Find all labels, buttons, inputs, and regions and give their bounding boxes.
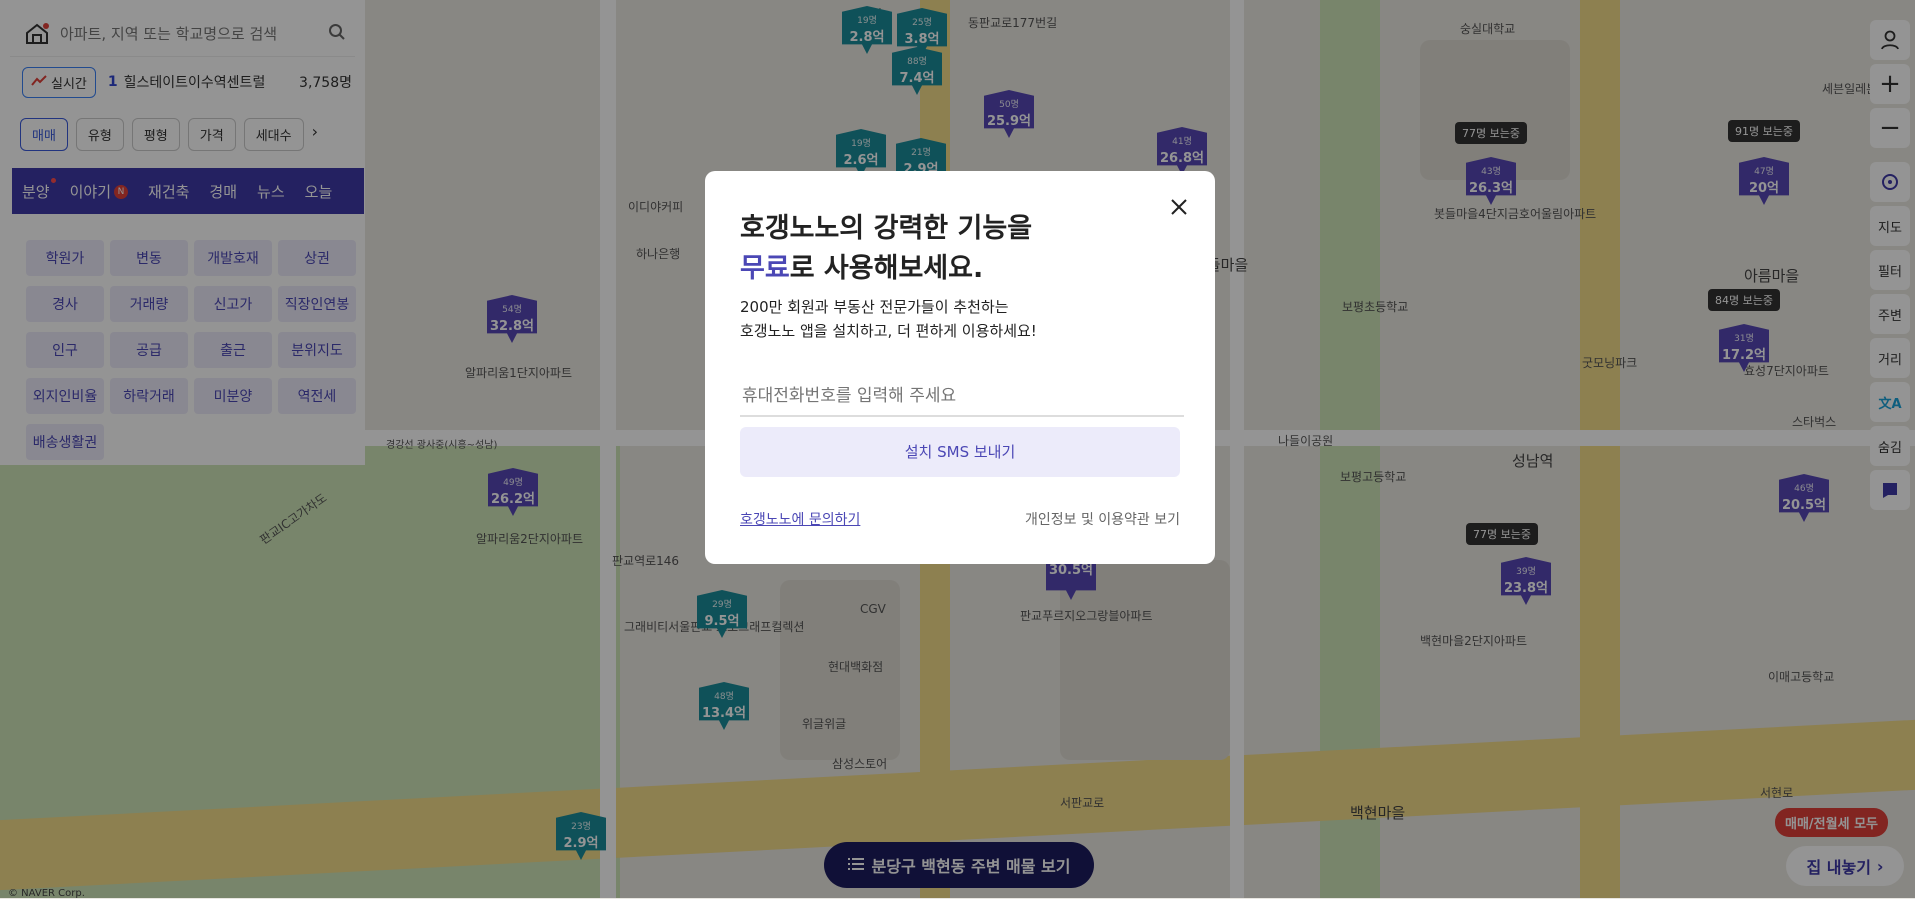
send-sms-button[interactable]: 설치 SMS 보내기: [740, 427, 1180, 477]
phone-input[interactable]: [740, 377, 1184, 417]
modal-title-highlight: 무료: [740, 253, 790, 284]
modal-description: 200만 회원과 부동산 전문가들이 추천하는 호갱노노 앱을 설치하고, 더 …: [740, 295, 1037, 343]
modal-title-line1: 호갱노노의 강력한 기능을: [740, 213, 1033, 244]
close-icon[interactable]: [1167, 195, 1191, 219]
modal-title-line2: 로 사용해보세요.: [789, 253, 984, 284]
contact-link[interactable]: 호갱노노에 문의하기: [740, 509, 860, 529]
modal-desc-line2: 호갱노노 앱을 설치하고, 더 편하게 이용하세요!: [740, 322, 1037, 340]
app-install-modal: 호갱노노의 강력한 기능을 무료로 사용해보세요. 200만 회원과 부동산 전…: [705, 171, 1215, 564]
modal-title: 호갱노노의 강력한 기능을 무료로 사용해보세요.: [740, 209, 1032, 289]
privacy-link[interactable]: 개인정보 및 이용약관 보기: [1025, 509, 1180, 529]
modal-desc-line1: 200만 회원과 부동산 전문가들이 추천하는: [740, 298, 1009, 316]
